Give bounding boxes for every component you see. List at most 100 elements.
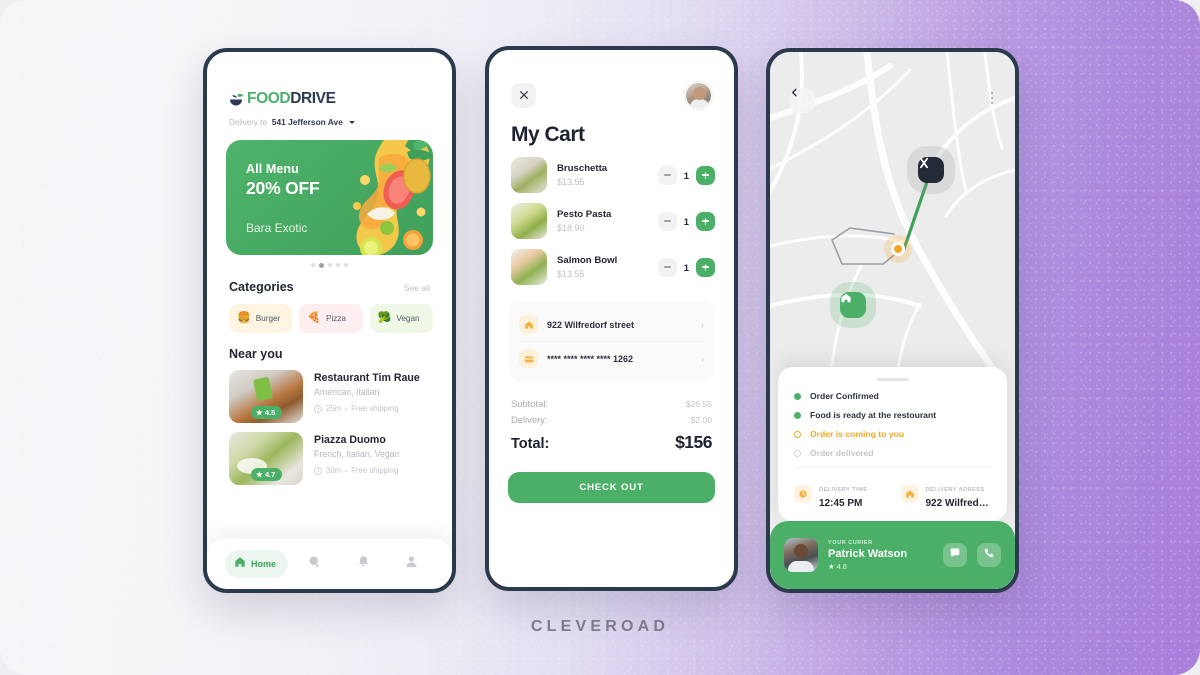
- category-pizza[interactable]: 🍕 Pizza: [299, 304, 363, 333]
- bottom-navigation: Home: [207, 539, 452, 589]
- delivery-time-value: 12:45 PM: [819, 498, 863, 509]
- close-icon: [519, 87, 529, 105]
- tab-home[interactable]: Home: [225, 550, 289, 578]
- category-burger[interactable]: 🍔 Burger: [229, 304, 293, 333]
- shipping-info: Free shipping: [351, 404, 399, 413]
- divider: [519, 341, 704, 342]
- call-button[interactable]: [977, 543, 1001, 567]
- quantity-value: 1: [683, 169, 689, 181]
- cart-header: [489, 50, 734, 109]
- category-label: Vegan: [396, 314, 420, 323]
- home-marker[interactable]: [840, 292, 866, 318]
- rating-value: 4.7: [264, 470, 276, 479]
- profile-icon: [405, 555, 418, 573]
- payment-row[interactable]: **** **** **** **** 1262 ›: [519, 344, 704, 373]
- shipping-info: Free shipping: [351, 466, 399, 475]
- cart-item: Pesto Pasta $18.90 1: [489, 193, 734, 239]
- status-dot-pending: [794, 449, 801, 457]
- courier-rating-value: 4.8: [836, 561, 847, 571]
- tab-notifications[interactable]: [341, 555, 386, 573]
- status-label: Order is coming to you: [810, 429, 905, 439]
- star-icon: ★: [256, 470, 263, 479]
- tab-search[interactable]: [292, 555, 337, 573]
- pagination-dot[interactable]: [328, 263, 332, 267]
- quantity-value: 1: [683, 261, 689, 273]
- cart-item-thumbnail: [511, 203, 547, 239]
- pagination-dot[interactable]: [344, 263, 348, 267]
- sheet-grabber[interactable]: [876, 378, 909, 381]
- status-step: Order delivered: [794, 448, 991, 458]
- bell-icon: [357, 555, 370, 573]
- subtotal-value: $26.55: [685, 399, 712, 409]
- restaurant-cuisine: French, Italian, Vegan: [314, 449, 400, 459]
- category-vegan[interactable]: 🥦 Vegan: [369, 304, 433, 333]
- chevron-right-icon: ›: [701, 319, 704, 330]
- restaurant-card[interactable]: ★ 4.5 Restaurant Tim Raue American, Ital…: [207, 361, 452, 423]
- delivery-label: Delivery to: [229, 117, 267, 127]
- increase-quantity-button[interactable]: [696, 165, 715, 185]
- tab-home-label: Home: [251, 559, 277, 569]
- status-label: Order Confirmed: [810, 391, 879, 401]
- address-row[interactable]: 922 Wilfredorf street ›: [519, 310, 704, 339]
- restaurant-cuisine: American, Italian: [314, 387, 380, 397]
- back-button[interactable]: [790, 88, 815, 113]
- restaurant-marker[interactable]: [918, 157, 944, 183]
- avatar[interactable]: [685, 82, 712, 109]
- clock-icon: [314, 466, 322, 475]
- courier-bar: YOUR CURIER Patrick Watson ★ 4.8: [770, 521, 1015, 589]
- decrease-quantity-button[interactable]: [657, 257, 677, 277]
- pagination-dot[interactable]: [336, 263, 340, 267]
- phone-tracking: Order Confirmed Food is ready at the res…: [766, 48, 1019, 593]
- cart-item: Salmon Bowl $13.55 1: [489, 239, 734, 285]
- divider: [794, 467, 991, 468]
- watermark: CLEVEROAD: [530, 618, 670, 635]
- fruit-splash-illustration: [321, 140, 433, 255]
- meta-separator: [345, 469, 348, 472]
- status-dot-done: [794, 392, 801, 400]
- decrease-quantity-button[interactable]: [657, 165, 677, 185]
- cart-item-info: Bruschetta $13.55: [557, 163, 648, 187]
- delivery-details-card: 922 Wilfredorf street › **** **** **** *…: [508, 301, 715, 382]
- status-label: Order delivered: [810, 448, 874, 458]
- thumbnail-detail: [252, 376, 274, 402]
- courier-marker[interactable]: [891, 242, 905, 256]
- courier-caption: YOUR CURIER: [828, 539, 873, 546]
- see-all-link[interactable]: See all: [404, 283, 430, 293]
- card-icon: [519, 349, 538, 368]
- near-you-title: Near you: [229, 347, 283, 361]
- restaurant-meta: 25m Free shipping: [314, 404, 420, 413]
- total-row: Total: $156: [511, 432, 712, 453]
- courier-avatar[interactable]: [784, 538, 818, 572]
- cart-item-thumbnail: [511, 157, 547, 193]
- rating-badge: ★ 4.7: [251, 468, 283, 481]
- delivery-address-caption: DELIVERY ADRESS: [925, 487, 985, 493]
- increase-quantity-button[interactable]: [696, 211, 715, 231]
- delivery-value: $2.00: [690, 415, 712, 425]
- decrease-quantity-button[interactable]: [657, 211, 677, 231]
- increase-quantity-button[interactable]: [696, 257, 715, 277]
- cart-screen: My Cart Bruschetta $13.55 1 Pesto Pasta …: [489, 50, 734, 587]
- delivery-address-selector[interactable]: Delivery to 541 Jefferson Ave: [207, 108, 452, 127]
- total-value: $156: [675, 432, 712, 452]
- phone-home: FOODDRIVE Delivery to 541 Jefferson Ave …: [203, 48, 456, 593]
- pagination-dot[interactable]: [311, 263, 315, 267]
- restaurant-card[interactable]: ★ 4.7 Piazza Duomo French, Italian, Vega…: [207, 423, 452, 485]
- restaurant-info: Restaurant Tim Raue American, Italian 25…: [314, 370, 420, 423]
- tab-profile[interactable]: [389, 555, 434, 573]
- delivery-address-cell: DELIVERY ADRESS 922 Wilfredo…: [900, 478, 991, 509]
- cart-item-info: Salmon Bowl $13.55: [557, 255, 648, 279]
- payment-text: **** **** **** **** 1262: [547, 353, 634, 364]
- restaurant-info: Piazza Duomo French, Italian, Vegan 30m …: [314, 432, 400, 485]
- checkout-button[interactable]: CHECK OUT: [508, 472, 715, 503]
- cart-item-name: Salmon Bowl: [557, 255, 618, 266]
- close-button[interactable]: [511, 83, 536, 108]
- logo-text-food: FOOD: [247, 90, 291, 107]
- more-vertical-icon[interactable]: [990, 92, 993, 105]
- chat-button[interactable]: [943, 543, 967, 567]
- restaurant-name: Piazza Duomo: [314, 434, 386, 446]
- home-icon: [900, 484, 919, 503]
- quantity-stepper: 1: [657, 165, 715, 185]
- promo-banner[interactable]: All Menu 20% OFF Bara Exotic: [226, 140, 433, 255]
- pizza-icon: 🍕: [307, 312, 322, 324]
- broccoli-icon: 🥦: [377, 312, 392, 324]
